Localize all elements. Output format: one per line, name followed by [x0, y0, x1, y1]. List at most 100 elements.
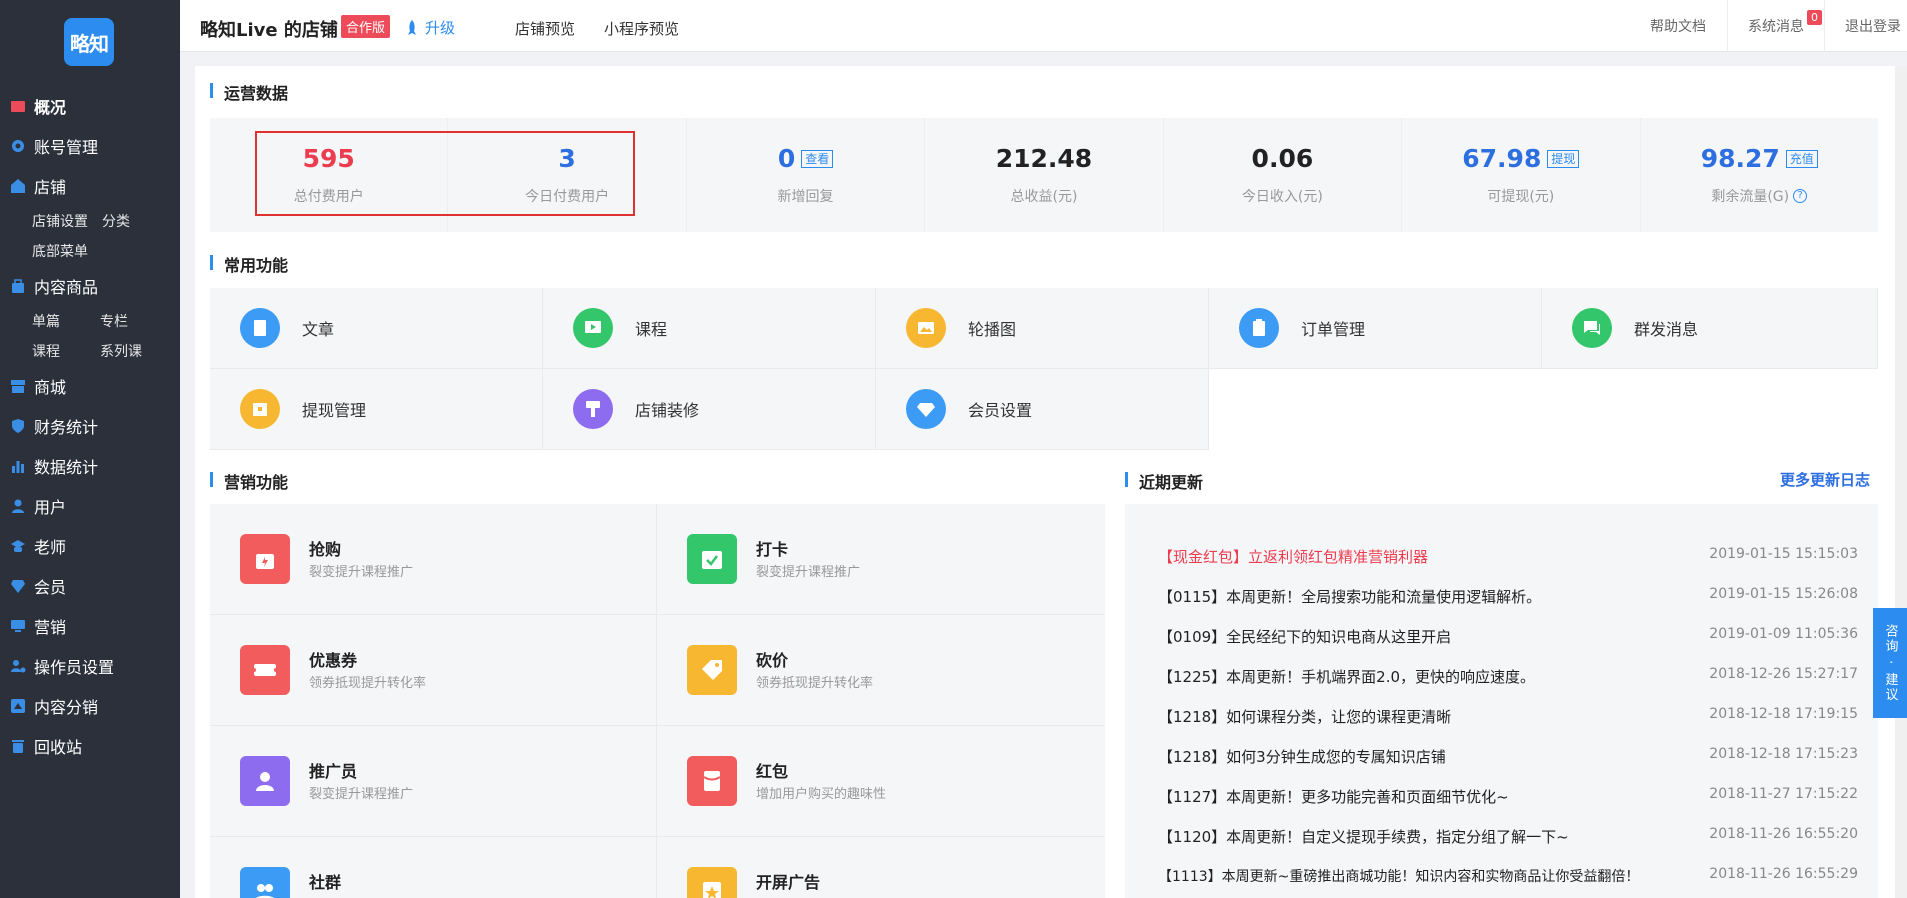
- mkt-title: 优惠券: [309, 651, 358, 670]
- sidebar-item-store[interactable]: 店铺: [0, 166, 180, 206]
- sidebar-item-label: 会员: [34, 578, 67, 597]
- section-title-updates: 近期更新: [1125, 469, 1203, 493]
- sidebar-item-teacher[interactable]: 老师: [0, 526, 180, 566]
- logout-link[interactable]: 退出登录: [1824, 0, 1907, 52]
- sidebar-item-label: 财务统计: [34, 418, 99, 437]
- sidebar-item-trash[interactable]: 回收站: [0, 726, 180, 766]
- shop-title: 略知Live 的店铺: [200, 20, 338, 41]
- update-date: 2019-01-15 15:26:08: [1709, 586, 1858, 602]
- play-icon: [573, 308, 613, 348]
- update-title: 【1218】如何课程分类，让您的课程更清晰: [1158, 708, 1452, 726]
- update-date: 2019-01-15 15:15:03: [1709, 546, 1858, 562]
- func-withdraw[interactable]: 提现管理: [210, 369, 543, 450]
- clipboard-icon: [1239, 308, 1279, 348]
- store-sub-row-1: 店铺设置 分类: [0, 206, 180, 236]
- sidebar-nav: 概况 账号管理 店铺 店铺设置 分类 底部菜单 内容商品 单篇 专栏 课程 系列…: [0, 86, 180, 766]
- teacher-icon: [10, 538, 26, 554]
- mkt-checkin[interactable]: 打卡 裂变提升课程推广: [657, 504, 1104, 615]
- func-broadcast[interactable]: 群发消息: [1542, 288, 1878, 369]
- sidebar-item-account[interactable]: 账号管理: [0, 126, 180, 166]
- sidebar-item-label: 数据统计: [34, 458, 99, 477]
- func-label: 店铺装修: [635, 401, 700, 420]
- feedback-button[interactable]: 咨询 · 建议: [1873, 608, 1907, 718]
- update-item[interactable]: 【0115】本周更新！全局搜索功能和流量使用逻辑解析。 2019-01-15 1…: [1158, 586, 1858, 606]
- sub-item-series[interactable]: 系列课: [100, 341, 168, 361]
- upgrade-link[interactable]: 升级: [405, 17, 455, 38]
- miniapp-preview-link[interactable]: 小程序预览: [604, 18, 679, 39]
- mkt-community[interactable]: 社群: [210, 837, 657, 898]
- mkt-bargain[interactable]: 砍价 领券抵现提升转化率: [657, 615, 1104, 726]
- update-title: 【1127】本周更新！更多功能完善和页面细节优化~: [1158, 788, 1509, 806]
- sidebar-item-distribution[interactable]: 内容分销: [0, 686, 180, 726]
- update-item[interactable]: 【1218】如何3分钟生成您的专属知识店铺 2018-12-18 17:15:2…: [1158, 746, 1858, 766]
- sidebar-item-overview[interactable]: 概况: [0, 86, 180, 126]
- sidebar-item-content[interactable]: 内容商品: [0, 266, 180, 306]
- view-button[interactable]: 查看: [801, 149, 834, 168]
- stat-remaining-traffic: 98.27 充值 剩余流量(G) ?: [1641, 118, 1878, 232]
- app-logo[interactable]: 略知: [64, 18, 114, 66]
- func-carousel[interactable]: 轮播图: [876, 288, 1209, 369]
- question-icon[interactable]: ?: [1793, 189, 1808, 203]
- update-item[interactable]: 【1120】本周更新！自定义提现手续费，指定分组了解一下~ 2018-11-26…: [1158, 826, 1858, 846]
- sub-item-bottom-menu[interactable]: 底部菜单: [32, 241, 88, 261]
- store-preview-link[interactable]: 店铺预览: [515, 18, 575, 39]
- sidebar-item-operator[interactable]: 操作员设置: [0, 646, 180, 686]
- user-icon: [10, 498, 26, 514]
- update-item[interactable]: 【1225】本周更新！手机端界面2.0，更快的响应速度。 2018-12-26 …: [1158, 666, 1858, 686]
- stat-label: 总收益(元): [1010, 189, 1078, 205]
- mkt-title: 开屏广告: [756, 873, 821, 892]
- func-article[interactable]: 文章: [210, 288, 543, 369]
- sidebar-item-finance[interactable]: 财务统计: [0, 406, 180, 446]
- sidebar-item-label: 营销: [34, 618, 67, 637]
- overview-icon: [10, 98, 26, 114]
- sub-item-column[interactable]: 专栏: [100, 311, 168, 331]
- mkt-title: 红包: [756, 762, 789, 781]
- update-item[interactable]: 【0109】全民经纪下的知识电商从这里开启 2019-01-09 11:05:3…: [1158, 626, 1858, 646]
- sub-item-single[interactable]: 单篇: [32, 311, 100, 331]
- system-msg-link[interactable]: 系统消息 0: [1727, 0, 1824, 52]
- stat-label: 可提现(元): [1487, 189, 1555, 205]
- func-label: 提现管理: [302, 401, 367, 420]
- sidebar-item-label: 店铺: [34, 178, 67, 197]
- update-item[interactable]: 【现金红包】立返利领红包精准营销利器 2019-01-15 15:15:03: [1158, 546, 1858, 566]
- update-item[interactable]: 【1218】如何课程分类，让您的课程更清晰 2018-12-18 17:19:1…: [1158, 706, 1858, 726]
- mkt-coupon[interactable]: 优惠券 领券抵现提升转化率: [210, 615, 657, 726]
- func-label: 轮播图: [968, 320, 1017, 339]
- func-member-settings[interactable]: 会员设置: [876, 369, 1209, 450]
- sidebar-item-label: 内容商品: [34, 278, 99, 297]
- func-label: 会员设置: [968, 401, 1033, 420]
- update-item[interactable]: 【1127】本周更新！更多功能完善和页面细节优化~ 2018-11-27 17:…: [1158, 786, 1858, 806]
- sub-item-store-settings[interactable]: 店铺设置: [32, 211, 88, 231]
- func-orders[interactable]: 订单管理: [1209, 288, 1542, 369]
- update-date: 2018-11-26 16:55:20: [1709, 826, 1858, 842]
- more-update-log-link[interactable]: 更多更新日志: [1780, 469, 1870, 490]
- mkt-title: 砍价: [756, 651, 789, 670]
- sub-item-category[interactable]: 分类: [102, 211, 130, 231]
- image-icon: [906, 308, 946, 348]
- sidebar-item-marketing[interactable]: 营销: [0, 606, 180, 646]
- mkt-promoter[interactable]: 推广员 裂变提升课程推广: [210, 726, 657, 837]
- update-date: 2018-12-18 17:19:15: [1709, 706, 1858, 722]
- stat-label: 剩余流量(G): [1711, 189, 1790, 205]
- sidebar-item-user[interactable]: 用户: [0, 486, 180, 526]
- update-title: 【1120】本周更新！自定义提现手续费，指定分组了解一下~: [1158, 828, 1569, 846]
- mkt-flash-sale[interactable]: 抢购 裂变提升课程推广: [210, 504, 657, 615]
- sub-item-course[interactable]: 课程: [32, 341, 100, 361]
- calendar-check-icon: [687, 534, 737, 584]
- sidebar-item-member[interactable]: 会员: [0, 566, 180, 606]
- document-icon: [240, 308, 280, 348]
- mkt-splash-ad[interactable]: 开屏广告: [657, 837, 1104, 898]
- shop-icon: [10, 378, 26, 394]
- recharge-button[interactable]: 充值: [1785, 149, 1818, 168]
- page-scrollbar[interactable]: [1895, 66, 1907, 898]
- bar-chart-icon: [10, 458, 26, 474]
- update-item[interactable]: 【1113】本周更新~重磅推出商城功能！知识内容和实物商品让你受益翻倍！ 201…: [1158, 866, 1858, 886]
- func-course[interactable]: 课程: [543, 288, 876, 369]
- stat-value: 0.06: [1251, 144, 1314, 173]
- func-decoration[interactable]: 店铺装修: [543, 369, 876, 450]
- sidebar-item-mall[interactable]: 商城: [0, 366, 180, 406]
- sidebar-item-data[interactable]: 数据统计: [0, 446, 180, 486]
- withdraw-button[interactable]: 提现: [1547, 149, 1580, 168]
- help-docs-link[interactable]: 帮助文档: [1630, 0, 1726, 52]
- mkt-red-packet[interactable]: 红包 增加用户购买的趣味性: [657, 726, 1104, 837]
